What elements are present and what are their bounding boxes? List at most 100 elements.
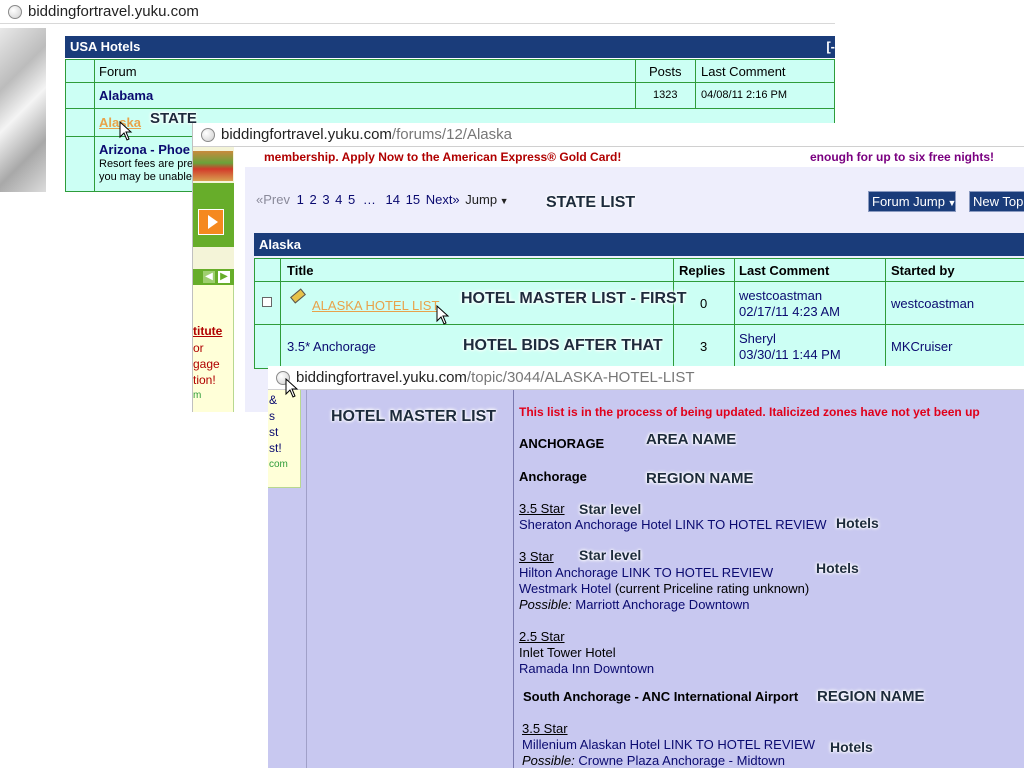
new-topic-button[interactable]: New Topi — [969, 191, 1024, 212]
mouse-cursor-icon — [119, 121, 133, 141]
star-level: 3.5 Star — [522, 721, 568, 736]
ad-prev-icon[interactable]: ◀ — [203, 271, 215, 283]
hotel-note: (current Priceline rating unknown) — [611, 581, 810, 596]
pager-page[interactable]: 1 — [297, 192, 304, 207]
topic-link[interactable]: ALASKA HOTEL LIST — [312, 298, 439, 313]
annotation-master-first: HOTEL MASTER LIST - FIRST — [461, 290, 687, 307]
forum-link-alabama[interactable]: Alabama — [99, 88, 153, 103]
forum-row: Alabama 1323 04/08/11 2:16 PM — [65, 83, 835, 109]
hotel-link[interactable]: Millenium Alaskan Hotel LINK TO HOTEL RE… — [522, 737, 815, 752]
pin-icon — [290, 288, 306, 304]
annotation-bids-after: HOTEL BIDS AFTER THAT — [463, 337, 663, 354]
window-topic: biddingfortravel.yuku.com/topic/3044/ALA… — [268, 366, 1024, 768]
possible-label: Possible: — [522, 753, 575, 768]
ad-text[interactable]: titute — [193, 324, 222, 338]
pager-prev[interactable]: «Prev — [256, 192, 290, 207]
url-path: /topic/3044/ALASKA-HOTEL-LIST — [466, 369, 695, 386]
col-started-by: Started by — [891, 263, 955, 278]
left-ad-strip: ◀ ▶ titute or gage tion! m — [193, 147, 234, 412]
sandwich-image — [193, 151, 233, 181]
caret-down-icon: ▼ — [497, 196, 509, 206]
hotel-link[interactable]: Sheraton Anchorage Hotel LINK TO HOTEL R… — [519, 517, 827, 532]
annotation-hotels: Hotels — [830, 739, 873, 755]
annotation-hotels: Hotels — [816, 560, 859, 576]
ad-text[interactable]: membership. Apply Now to the American Ex… — [264, 150, 621, 164]
area-heading: ANCHORAGE — [519, 436, 605, 451]
last-comment-date: 03/30/11 1:44 PM — [739, 347, 841, 362]
star-level: 3.5 Star — [519, 501, 565, 516]
forum-desc: you may be unable — [99, 171, 192, 183]
ad-text: s — [269, 409, 275, 423]
pager-ellipsis: … — [362, 192, 376, 207]
last-comment-date: 02/17/11 4:23 AM — [739, 304, 840, 319]
annotation-state-list: STATE LIST — [546, 194, 636, 211]
ad-text: gage — [193, 357, 220, 371]
annotation-state: STATE — [150, 110, 197, 127]
pager-next[interactable]: Next» — [426, 192, 460, 207]
hotel-link[interactable]: Westmark Hotel — [519, 581, 611, 596]
caret-down-icon: ▼ — [944, 198, 957, 208]
ad-text: or — [193, 341, 204, 355]
address-bar[interactable]: biddingfortravel.yuku.com/topic/3044/ALA… — [268, 366, 1024, 390]
hotel-link[interactable]: Crowne Plaza Anchorage - Midtown — [575, 753, 785, 768]
started-by-user[interactable]: westcoastman — [891, 296, 974, 311]
pager-page[interactable]: 14 — [386, 192, 400, 207]
hotel-link[interactable]: Ramada Inn Downtown — [519, 661, 654, 676]
col-title: Title — [287, 263, 314, 278]
coin-image — [0, 28, 46, 192]
possible-label: Possible: — [519, 597, 572, 612]
reply-count: 3 — [700, 339, 708, 354]
topic-status-icon — [262, 297, 272, 307]
posts-count: 1323 — [653, 89, 678, 101]
forum-link-arizona[interactable]: Arizona - Phoe — [99, 142, 190, 157]
forum-title: Alaska — [259, 237, 301, 252]
annotation-star-level: Star level — [579, 501, 642, 517]
ad-text: com — [269, 459, 288, 470]
url-host: biddingfortravel.yuku.com — [296, 369, 467, 386]
play-button[interactable] — [193, 183, 234, 247]
last-comment-user[interactable]: Sheryl — [739, 331, 776, 346]
last-comment-user[interactable]: westcoastman — [739, 288, 822, 303]
collapse-toggle[interactable]: [- — [826, 36, 835, 58]
hotel-name: Inlet Tower Hotel — [519, 645, 616, 660]
annotation-area-name: AREA NAME — [646, 431, 737, 448]
annotation-region-name: REGION NAME — [817, 688, 925, 705]
url-host: biddingfortravel.yuku.com — [28, 3, 199, 20]
mouse-cursor-icon — [436, 305, 450, 325]
url-host: biddingfortravel.yuku.com — [221, 126, 392, 143]
hotel-link[interactable]: Marriott Anchorage Downtown — [572, 597, 749, 612]
play-arrow-icon — [208, 215, 218, 229]
address-bar[interactable]: biddingfortravel.yuku.com/forums/12/Alas… — [193, 123, 1024, 147]
annotation-master-list: HOTEL MASTER LIST — [331, 408, 497, 425]
ad-next-icon[interactable]: ▶ — [218, 271, 230, 283]
star-level: 3 Star — [519, 549, 554, 564]
forum-desc: Resort fees are pre — [99, 158, 194, 170]
forum-jump-button[interactable]: Forum Jump ▼ — [868, 191, 956, 212]
address-bar[interactable]: biddingfortravel.yuku.com — [0, 0, 835, 24]
new-topic-label: New Topi — [973, 194, 1024, 209]
globe-icon — [201, 127, 215, 142]
pager-page[interactable]: 4 — [335, 192, 342, 207]
ad-text[interactable]: enough for up to six free nights! — [810, 150, 994, 164]
ad-text: & — [269, 393, 278, 407]
annotation-star-level: Star level — [579, 547, 642, 563]
pager: «Prev 1 2 3 4 5 … 14 15 Next» Jump ▼ — [256, 192, 509, 207]
col-last-comment: Last Comment — [701, 64, 786, 79]
forum-header: Alaska — [254, 233, 1024, 256]
reply-count: 0 — [700, 296, 708, 311]
ad-text: m — [193, 390, 202, 401]
topic-link[interactable]: 3.5* Anchorage — [287, 339, 376, 354]
forum-jump-label: Forum Jump — [872, 194, 945, 209]
annotation-hotels: Hotels — [836, 515, 879, 531]
pager-page[interactable]: 15 — [406, 192, 420, 207]
pager-page[interactable]: 5 — [348, 192, 355, 207]
col-forum: Forum — [99, 64, 137, 79]
region-heading: Anchorage — [519, 469, 587, 484]
last-comment-date: 04/08/11 2:16 PM — [701, 89, 788, 101]
pager-page[interactable]: 2 — [309, 192, 316, 207]
pager-page[interactable]: 3 — [322, 192, 329, 207]
started-by-user[interactable]: MKCruiser — [891, 339, 952, 354]
pager-jump[interactable]: Jump — [465, 192, 497, 207]
hotel-link[interactable]: Hilton Anchorage LINK TO HOTEL REVIEW — [519, 565, 773, 580]
mouse-cursor-icon — [285, 378, 299, 398]
